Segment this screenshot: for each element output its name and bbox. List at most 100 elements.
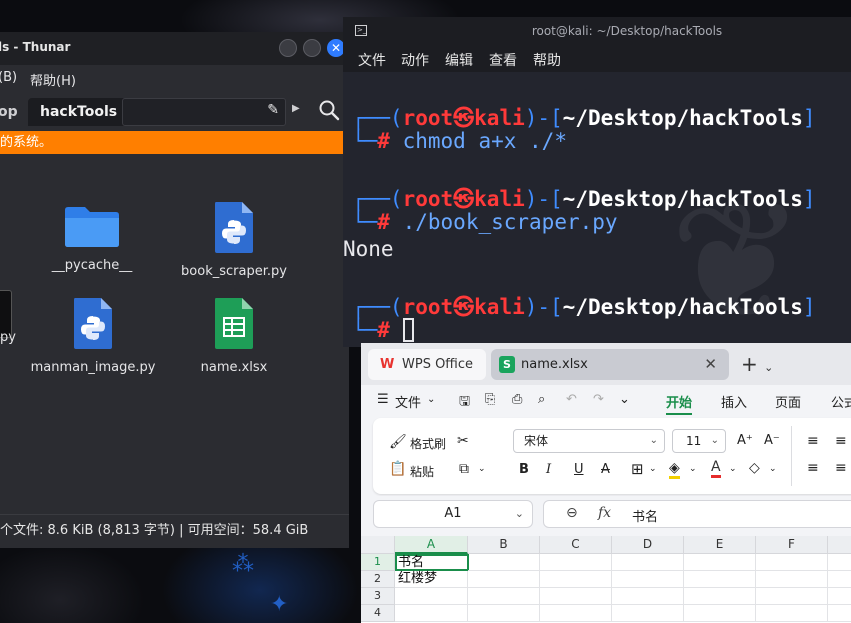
tab-home[interactable]: 开始: [666, 392, 693, 415]
cell[interactable]: [468, 571, 540, 588]
copy-icon[interactable]: ⧉: [459, 461, 469, 477]
edit-location-icon[interactable]: ✎: [267, 102, 279, 118]
file-item-name-xlsx[interactable]: name.xlsx: [182, 296, 286, 375]
column-header[interactable]: D: [612, 536, 684, 554]
font-size-select[interactable]: 11 ⌄: [672, 429, 726, 453]
menu-item-bookmarks[interactable]: (B): [0, 70, 17, 85]
cell[interactable]: [828, 554, 851, 571]
hamburger-icon[interactable]: ☰: [377, 392, 389, 407]
row-header[interactable]: 2: [361, 571, 395, 588]
column-header[interactable]: C: [540, 536, 612, 554]
column-header[interactable]: F: [756, 536, 828, 554]
maximize-button[interactable]: [303, 39, 321, 57]
cell-a2[interactable]: 红楼梦: [395, 571, 468, 588]
cell[interactable]: [395, 588, 468, 605]
cell[interactable]: [612, 605, 684, 622]
paste-label[interactable]: 粘贴: [410, 463, 434, 480]
align-top-icon[interactable]: ≡: [807, 433, 819, 449]
align-left-icon[interactable]: ≡: [807, 460, 819, 476]
print-icon[interactable]: ⎙: [512, 392, 522, 407]
new-tab-icon[interactable]: + ⌄: [741, 352, 773, 376]
strikethrough-icon[interactable]: A: [601, 462, 610, 477]
cell[interactable]: [684, 571, 756, 588]
menu-item-actions[interactable]: 动作: [401, 50, 429, 70]
terminal-titlebar[interactable]: >_ root@kali: ~/Desktop/hackTools: [343, 17, 851, 44]
file-item-pycache[interactable]: __pycache__: [40, 204, 144, 273]
search-icon[interactable]: [316, 97, 342, 123]
cell[interactable]: [756, 554, 828, 571]
format-painter-label[interactable]: 格式刷: [410, 435, 446, 452]
save-icon[interactable]: 🖫: [459, 392, 470, 414]
tab-formula[interactable]: 公式: [831, 392, 851, 411]
paste-icon[interactable]: 📋: [389, 461, 406, 477]
cell[interactable]: [828, 571, 851, 588]
cell[interactable]: [756, 605, 828, 622]
fill-color-icon[interactable]: ◈: [669, 460, 680, 479]
borders-icon[interactable]: ⊞: [631, 460, 644, 478]
export-icon[interactable]: ⎘: [485, 392, 495, 407]
menu-item-view[interactable]: 查看: [489, 50, 517, 70]
menu-item-file[interactable]: 文件: [358, 50, 386, 70]
cell[interactable]: [395, 605, 468, 622]
file-item-book-scraper[interactable]: book_scraper.py: [174, 200, 294, 279]
cell[interactable]: [612, 554, 684, 571]
menu-item-edit[interactable]: 编辑: [445, 50, 473, 70]
chevron-down-icon[interactable]: ⌄: [729, 464, 737, 474]
tab-name-xlsx[interactable]: S name.xlsx ✕: [491, 349, 729, 380]
zoom-formula-icon[interactable]: ⊖: [566, 505, 578, 521]
row-header[interactable]: 3: [361, 588, 395, 605]
cell-a1[interactable]: 书名: [395, 554, 469, 571]
terminal-output[interactable]: ❦ ┌──(root㉿kali)-[~/Desktop/hackTools] └…: [343, 72, 851, 347]
cell[interactable]: [684, 605, 756, 622]
cell[interactable]: [540, 554, 612, 571]
more-icon[interactable]: ⌄: [619, 392, 630, 407]
cell[interactable]: [540, 605, 612, 622]
column-header[interactable]: B: [468, 536, 540, 554]
menu-item-help[interactable]: 帮助: [533, 50, 561, 70]
cut-icon[interactable]: ✂: [457, 433, 469, 449]
tab-page[interactable]: 页面: [775, 392, 801, 411]
close-tab-icon[interactable]: ✕: [704, 349, 717, 380]
scroll-right-icon[interactable]: ▶: [292, 103, 300, 114]
clear-format-icon[interactable]: ◇: [749, 460, 760, 476]
location-entry[interactable]: ✎: [122, 98, 286, 126]
format-painter-icon[interactable]: 🖌: [389, 434, 407, 450]
column-header[interactable]: A: [395, 536, 468, 554]
cell[interactable]: [684, 554, 756, 571]
file-item-manman-image[interactable]: manman_image.py: [28, 296, 158, 375]
cell[interactable]: [468, 554, 540, 571]
name-box[interactable]: A1 ⌄: [373, 500, 533, 528]
decrease-font-icon[interactable]: A⁻: [764, 433, 780, 448]
undo-icon[interactable]: ↶: [566, 392, 577, 407]
chevron-down-icon[interactable]: ⌄: [478, 464, 486, 474]
increase-font-icon[interactable]: A⁺: [737, 433, 753, 448]
cell[interactable]: [540, 588, 612, 605]
tab-insert[interactable]: 插入: [721, 392, 747, 411]
formula-input[interactable]: ⊖ fx 书名: [543, 500, 851, 528]
breadcrumb-hacktools[interactable]: hackTools: [28, 98, 130, 126]
chevron-down-icon[interactable]: ⌄: [649, 464, 657, 474]
tab-wps-home[interactable]: W WPS Office: [368, 349, 486, 380]
align-middle-icon[interactable]: ≡: [835, 433, 847, 449]
cell[interactable]: [828, 605, 851, 622]
row-header[interactable]: 4: [361, 605, 395, 622]
select-all-corner[interactable]: [361, 536, 395, 554]
chevron-down-icon[interactable]: ⌄: [769, 464, 777, 474]
underline-button[interactable]: U: [574, 462, 584, 477]
cell[interactable]: [540, 571, 612, 588]
thunar-titlebar[interactable]: ls - Thunar ✕: [0, 32, 349, 65]
redo-icon[interactable]: ↷: [593, 392, 604, 407]
font-name-select[interactable]: 宋体 ⌄: [513, 429, 665, 453]
chevron-down-icon[interactable]: ⌄: [427, 394, 435, 405]
cell[interactable]: [468, 605, 540, 622]
menu-item-help[interactable]: 帮助(H): [30, 70, 76, 89]
chevron-down-icon[interactable]: ⌄: [689, 464, 697, 474]
italic-button[interactable]: I: [546, 462, 551, 477]
cell[interactable]: [756, 588, 828, 605]
spreadsheet-grid[interactable]: A B C D E F 1 2 3 4 书名 红楼梦: [361, 536, 851, 623]
menu-file[interactable]: 文件: [395, 392, 421, 411]
cell[interactable]: [684, 588, 756, 605]
function-icon[interactable]: fx: [598, 505, 611, 521]
font-color-icon[interactable]: A: [711, 460, 721, 478]
print-preview-icon[interactable]: ⌕: [538, 392, 545, 407]
